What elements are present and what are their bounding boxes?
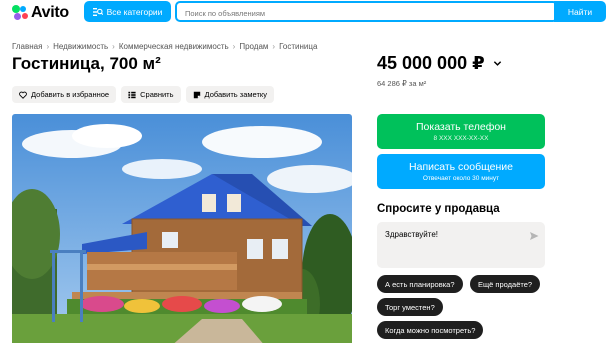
ask-seller-box: Здравствуйте! — [377, 222, 545, 268]
phone-mask: 8 XXX XXX-XX-XX — [433, 135, 489, 142]
show-phone-button[interactable]: Показать телефон 8 XXX XXX-XX-XX — [377, 114, 545, 149]
all-categories-button[interactable]: Все категории — [84, 1, 171, 22]
compare-icon — [128, 91, 136, 98]
breadcrumb-item-commercial[interactable]: Коммерческая недвижимость — [119, 42, 229, 51]
find-button[interactable]: Найти — [554, 1, 606, 22]
breadcrumb-item-sell[interactable]: Продам — [239, 42, 268, 51]
breadcrumb-separator-icon: › — [232, 42, 236, 51]
listing-photo[interactable] — [12, 114, 352, 343]
ask-seller-input[interactable]: Здравствуйте! — [377, 222, 527, 262]
search-input[interactable] — [177, 5, 556, 22]
ask-seller-title: Спросите у продавца — [377, 203, 500, 215]
quick-question-chip[interactable]: А есть планировка? — [377, 275, 463, 293]
breadcrumb-item-home[interactable]: Главная — [12, 42, 42, 51]
quick-question-chip[interactable]: Торг уместен? — [377, 298, 443, 316]
breadcrumb: Главная › Недвижимость › Коммерческая не… — [12, 42, 317, 51]
price: 45 000 000 ₽ — [377, 53, 502, 74]
compare-button[interactable]: Сравнить — [121, 86, 181, 103]
breadcrumb-separator-icon: › — [272, 42, 276, 51]
breadcrumb-item-realty[interactable]: Недвижимость — [53, 42, 108, 51]
add-to-favorites-label: Добавить в избранное — [31, 90, 110, 99]
compare-label: Сравнить — [140, 90, 174, 99]
quick-question-chip[interactable]: Когда можно посмотреть? — [377, 321, 484, 339]
page-title: Гостиница, 700 м² — [12, 54, 161, 73]
send-icon[interactable] — [529, 231, 539, 241]
write-message-button[interactable]: Написать сообщение Отвечает около 30 мин… — [377, 154, 545, 189]
quick-question-chip[interactable]: Ещё продаёте? — [470, 275, 541, 293]
price-value: 45 000 000 ₽ — [377, 53, 485, 73]
logo-text: Avito — [31, 4, 69, 21]
breadcrumb-item-hotel[interactable]: Гостиница — [279, 42, 317, 51]
all-categories-label: Все категории — [106, 6, 163, 17]
chevron-down-icon[interactable] — [493, 59, 502, 68]
avito-logo[interactable]: Avito — [12, 4, 69, 22]
listing-actions: Добавить в избранное Сравнить Добавить з… — [12, 86, 274, 103]
add-to-favorites-button[interactable]: Добавить в избранное — [12, 86, 117, 103]
heart-icon — [19, 91, 27, 99]
write-message-label: Написать сообщение — [409, 161, 513, 173]
logo-dots-icon — [12, 4, 29, 22]
add-note-button[interactable]: Добавить заметку — [185, 86, 274, 103]
response-time: Отвечает около 30 минут — [422, 175, 500, 182]
show-phone-label: Показать телефон — [416, 121, 506, 133]
breadcrumb-separator-icon: › — [46, 42, 50, 51]
price-per-m2: 64 286 ₽ за м² — [377, 79, 427, 88]
breadcrumb-separator-icon: › — [112, 42, 115, 51]
note-icon — [193, 91, 200, 98]
add-note-label: Добавить заметку — [204, 90, 267, 99]
search-box — [175, 1, 558, 22]
hotel-photo-image — [12, 114, 352, 343]
categories-icon — [92, 7, 103, 16]
